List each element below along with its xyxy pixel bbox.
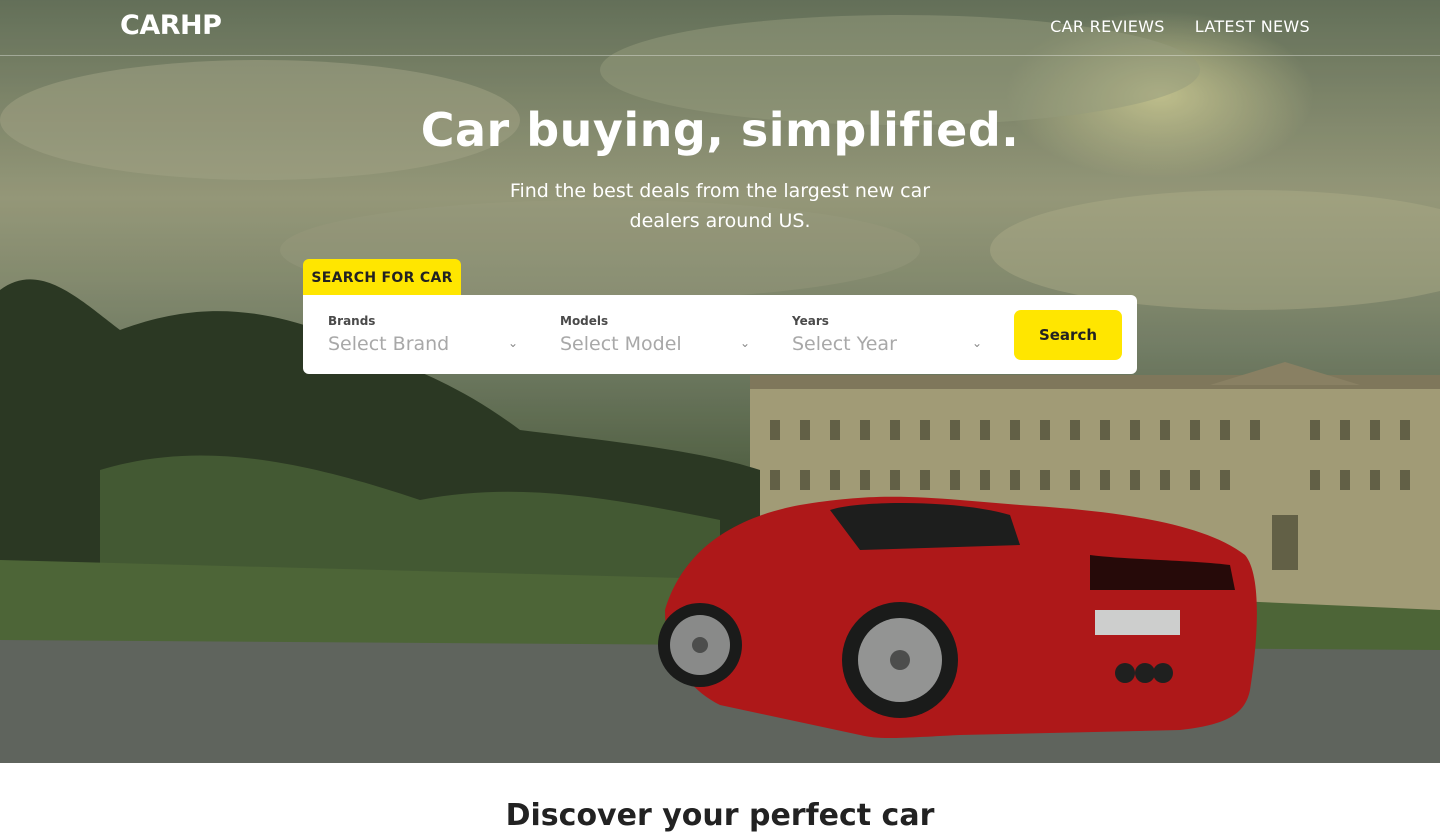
search-tab[interactable]: SEARCH FOR CAR [303, 259, 461, 296]
nav-link-latest-news[interactable]: LATEST NEWS [1195, 17, 1310, 36]
headline-bold: simplified [740, 103, 1002, 157]
year-select-value[interactable]: Select Year [792, 333, 897, 355]
year-label: Years [792, 314, 829, 328]
model-label: Models [560, 314, 609, 328]
hero-subheadline: Find the best deals from the largest new… [509, 180, 931, 232]
search-form: Brands Select Brand ⌄ Models Select Mode… [303, 295, 1137, 374]
model-select[interactable]: Models Select Model ⌄ [560, 295, 750, 374]
search-button[interactable]: Search [1014, 310, 1122, 360]
headline-regular: Car buying, [420, 103, 741, 157]
nav-link-car-reviews[interactable]: CAR REVIEWS [1050, 17, 1165, 36]
chevron-down-icon[interactable]: ⌄ [740, 336, 750, 350]
site-logo[interactable]: CARHP [120, 10, 222, 41]
chevron-down-icon[interactable]: ⌄ [508, 336, 518, 350]
section-title: Discover your perfect car [505, 798, 935, 833]
main-nav: CAR REVIEWS LATEST NEWS [1050, 17, 1310, 36]
headline-end: . [1001, 103, 1020, 157]
year-select[interactable]: Years Select Year ⌄ [792, 295, 982, 374]
top-navigation: CARHP CAR REVIEWS LATEST NEWS [0, 0, 1440, 56]
brand-select[interactable]: Brands Select Brand ⌄ [328, 295, 518, 374]
brand-label: Brands [328, 314, 376, 328]
chevron-down-icon[interactable]: ⌄ [972, 336, 982, 350]
brand-select-value[interactable]: Select Brand [328, 333, 449, 355]
hero-headline: Car buying, simplified. [0, 103, 1440, 157]
model-select-value[interactable]: Select Model [560, 333, 682, 355]
